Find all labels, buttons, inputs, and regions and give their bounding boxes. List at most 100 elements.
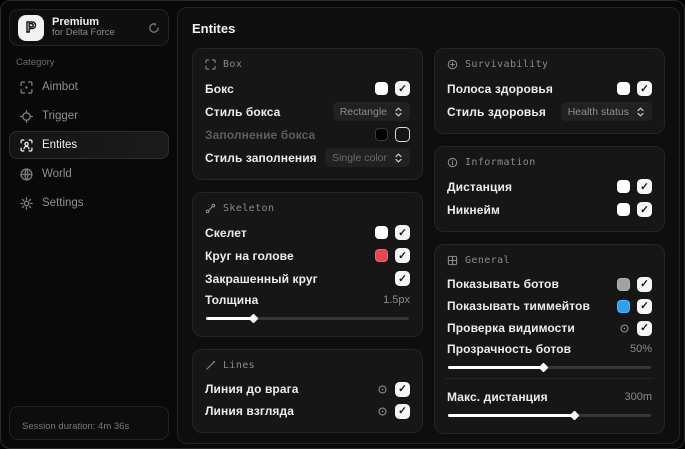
checkbox[interactable] xyxy=(637,320,652,336)
sidebar-item-trigger[interactable]: Trigger xyxy=(9,102,169,130)
setting-label: Закрашенный круг xyxy=(205,271,318,286)
health-icon xyxy=(447,59,458,70)
health-style-dropdown[interactable]: Health status xyxy=(560,102,652,121)
setting-row-box-style: Стиль бокса Rectangle xyxy=(205,100,410,123)
page-title: Entites xyxy=(192,21,236,36)
aimbot-icon xyxy=(20,80,33,94)
setting-label: Заполнение бокса xyxy=(205,127,316,142)
session-duration: Session duration: 4m 36s xyxy=(22,421,130,432)
slider-value: 1.5px xyxy=(383,294,410,306)
checkbox[interactable] xyxy=(395,381,410,397)
sidebar-item-entities[interactable]: Entites xyxy=(9,131,169,159)
color-swatch[interactable] xyxy=(375,249,388,262)
setting-row-filled-circle: Закрашенный круг xyxy=(205,267,410,290)
setting-label: Толщина xyxy=(205,293,259,307)
sidebar: P Premium for Delta Force Category Aimbo… xyxy=(1,1,178,448)
thickness-slider[interactable] xyxy=(206,313,409,324)
setting-label: Полоса здоровья xyxy=(447,81,553,96)
color-swatch[interactable] xyxy=(617,277,630,291)
app-window: P Premium for Delta Force Category Aimbo… xyxy=(0,0,685,449)
sidebar-item-label: Aimbot xyxy=(42,81,78,93)
setting-label: Проверка видимости xyxy=(447,321,575,335)
card-box-header: Box xyxy=(205,59,410,70)
checkbox[interactable] xyxy=(637,276,652,292)
sidebar-item-label: World xyxy=(42,168,72,180)
color-swatch[interactable] xyxy=(375,82,388,95)
line-settings-icon[interactable] xyxy=(377,406,388,417)
checkbox[interactable] xyxy=(395,403,410,419)
setting-row-head-circle: Круг на голове xyxy=(205,244,410,267)
left-column: Box Бокс Стиль бокса Rectangle xyxy=(192,48,423,434)
setting-row-skeleton: Скелет xyxy=(205,221,410,244)
setting-label: Линия до врага xyxy=(205,382,299,396)
box-style-dropdown[interactable]: Rectangle xyxy=(332,102,410,121)
checkbox[interactable] xyxy=(637,202,652,217)
color-swatch[interactable] xyxy=(617,180,630,193)
card-information: Information Дистанция Никнейм xyxy=(434,146,665,232)
checkbox[interactable] xyxy=(395,271,410,286)
setting-label: Дистанция xyxy=(447,179,513,194)
card-box: Box Бокс Стиль бокса Rectangle xyxy=(192,48,423,180)
setting-row-nickname: Никнейм xyxy=(447,198,652,221)
slider-value: 50% xyxy=(629,343,652,355)
setting-row-fill: Заполнение бокса xyxy=(205,123,410,146)
card-survivability-header: Survivability xyxy=(447,59,652,70)
checkbox[interactable] xyxy=(637,179,652,194)
setting-row-show-bots: Показывать ботов xyxy=(447,273,652,295)
setting-row-max-distance: Макс. дистанция 300m xyxy=(447,387,652,421)
color-swatch[interactable] xyxy=(617,299,630,313)
setting-label: Никнейм xyxy=(447,202,500,217)
card-lines: Lines Линия до врага Линия взгляда xyxy=(192,349,423,433)
setting-label: Показывать тиммейтов xyxy=(447,299,590,313)
card-skeleton-header: Skeleton xyxy=(205,203,410,214)
card-title: Information xyxy=(465,157,536,168)
sidebar-item-aimbot[interactable]: Aimbot xyxy=(9,73,169,101)
slider-thumb[interactable] xyxy=(538,362,549,373)
color-swatch[interactable] xyxy=(375,226,388,239)
checkbox[interactable] xyxy=(637,298,652,314)
checkbox[interactable] xyxy=(395,81,410,96)
refresh-icon[interactable] xyxy=(148,22,160,34)
color-swatch[interactable] xyxy=(375,128,388,141)
gear-icon xyxy=(20,196,33,210)
card-general-header: General xyxy=(447,255,652,266)
setting-row-show-teammates: Показывать тиммейтов xyxy=(447,295,652,317)
setting-label: Макс. дистанция xyxy=(447,390,548,404)
checkbox[interactable] xyxy=(395,127,410,142)
brand-logo: P xyxy=(18,14,44,41)
sidebar-item-settings[interactable]: Settings xyxy=(9,189,169,217)
visibility-settings-icon[interactable] xyxy=(619,323,630,334)
line-settings-icon[interactable] xyxy=(377,384,388,395)
slider-value: 300m xyxy=(624,391,652,403)
world-icon xyxy=(20,167,33,181)
setting-row-enemy-line: Линия до врага xyxy=(205,378,410,400)
checkbox[interactable] xyxy=(395,248,410,263)
setting-label: Показывать ботов xyxy=(447,277,559,291)
slider-thumb[interactable] xyxy=(569,410,580,421)
card-survivability: Survivability Полоса здоровья Стиль здор… xyxy=(434,48,665,134)
unfold-icon xyxy=(394,152,403,163)
card-lines-header: Lines xyxy=(205,360,410,371)
setting-row-fill-style: Стиль заполнения Single color xyxy=(205,146,410,169)
bot-opacity-slider[interactable] xyxy=(448,362,651,373)
checkbox[interactable] xyxy=(395,225,410,240)
setting-row-bot-opacity: Прозрачность ботов 50% xyxy=(447,339,652,373)
setting-row-distance: Дистанция xyxy=(447,175,652,198)
trigger-icon xyxy=(20,109,33,123)
setting-label: Бокс xyxy=(205,81,234,96)
grid-icon xyxy=(447,255,458,266)
box-icon xyxy=(205,59,216,70)
max-distance-slider[interactable] xyxy=(448,410,651,421)
color-swatch[interactable] xyxy=(617,82,630,95)
fill-style-dropdown[interactable]: Single color xyxy=(325,148,410,167)
sidebar-item-world[interactable]: World xyxy=(9,160,169,188)
sidebar-item-label: Settings xyxy=(42,197,84,209)
setting-row-health-bar: Полоса здоровья xyxy=(447,77,652,100)
color-swatch[interactable] xyxy=(617,203,630,216)
setting-label: Круг на голове xyxy=(205,248,294,263)
brand-card: P Premium for Delta Force xyxy=(9,9,169,46)
brand-subtitle: for Delta Force xyxy=(52,27,115,39)
slider-thumb[interactable] xyxy=(248,313,259,324)
checkbox[interactable] xyxy=(637,81,652,96)
entities-icon xyxy=(20,138,33,152)
